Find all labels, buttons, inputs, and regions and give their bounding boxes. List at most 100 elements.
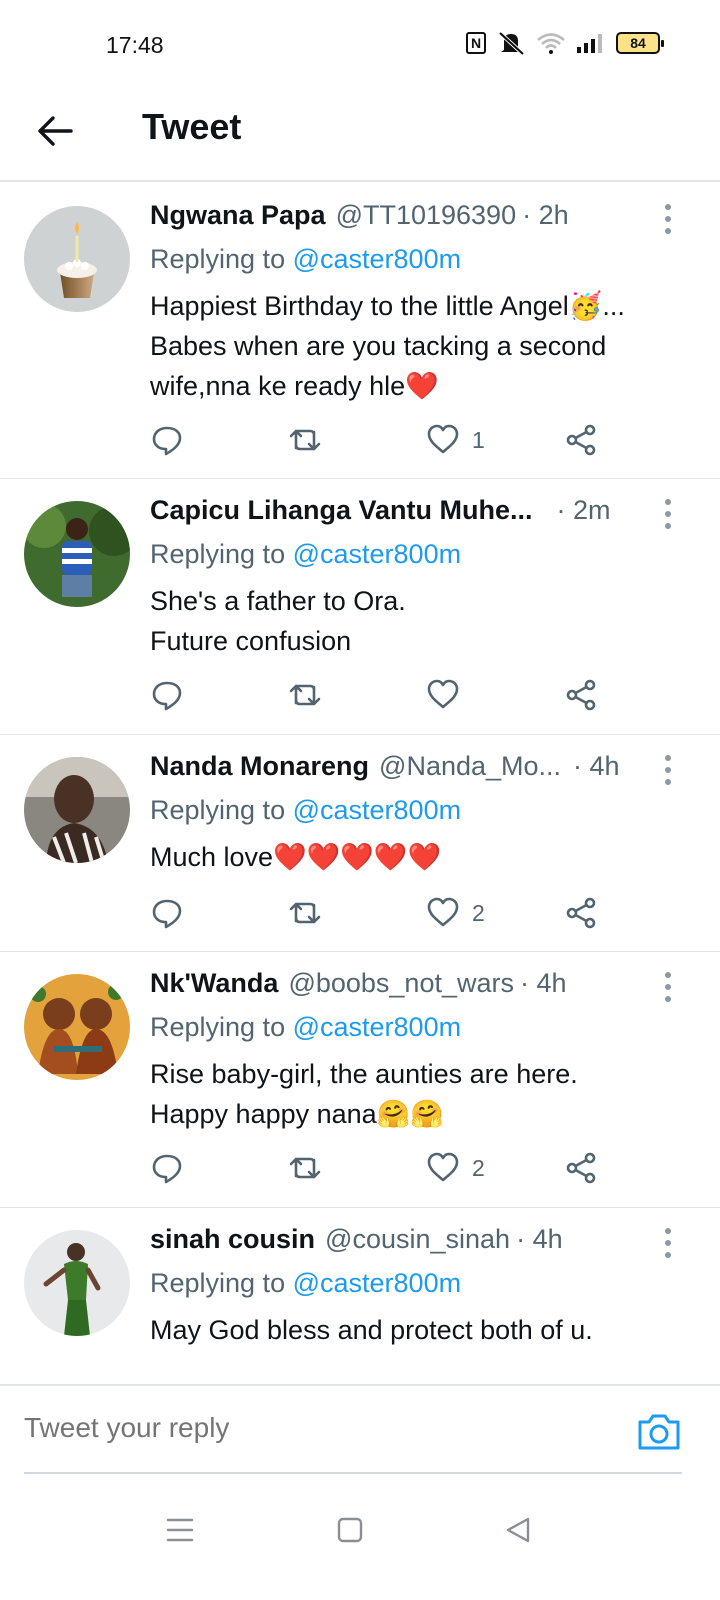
mention-link[interactable]: @caster800m [293,795,461,825]
battery-icon: 84 [616,32,664,54]
replying-to: Replying to @caster800m [150,795,461,826]
reply-icon [152,899,182,929]
author-handle[interactable]: @boobs_not_wars [288,968,514,999]
retweet-button[interactable] [288,423,334,457]
replying-to-label: Replying to [150,244,286,274]
back-button[interactable] [30,106,80,156]
page-title: Tweet [142,106,242,147]
mention-link[interactable]: @caster800m [293,1012,461,1042]
author-name[interactable]: Capicu Lihanga Vantu Muhe... [150,495,533,526]
author-name[interactable]: sinah cousin [150,1224,315,1255]
reply-feed[interactable]: Ngwana Papa @TT10196390 · 2h Replying to… [0,184,720,1384]
like-count: 2 [472,1154,485,1181]
tweet-actions [150,675,620,715]
replying-to: Replying to @caster800m [150,244,461,275]
avatar[interactable] [24,501,130,607]
replying-to-label: Replying to [150,539,286,569]
reply-button[interactable] [150,896,196,930]
system-nav-bar [0,1484,720,1600]
back-triangle-icon [506,1517,530,1543]
avatar[interactable] [24,206,130,312]
status-bar: 17:48 N 84 [0,0,720,92]
like-button[interactable]: 2 [426,1151,485,1185]
author-name[interactable]: Nanda Monareng [150,751,369,782]
like-button[interactable]: 1 [426,423,485,457]
reply-button[interactable] [150,678,196,712]
author-handle[interactable]: @TT10196390 [336,200,517,231]
reply-icon [152,1154,182,1184]
tweet-header: Capicu Lihanga Vantu Muhe... · 2m [150,495,650,526]
reply-input[interactable] [24,1412,584,1444]
status-time: 17:48 [106,32,164,58]
more-options-icon[interactable] [662,755,674,785]
share-icon [566,424,596,456]
tweet-text: Much love❤️❤️❤️❤️❤️ [150,842,442,872]
reply-tweet[interactable]: sinah cousin @cousin_sinah · 4h Replying… [0,1208,720,1384]
tweet-text: She's a father to Ora. Future confusion [150,586,406,656]
replying-to: Replying to @caster800m [150,539,461,570]
tweet-header: sinah cousin @cousin_sinah · 4h [150,1224,650,1255]
home-square-icon [337,1517,363,1543]
replying-to-label: Replying to [150,1268,286,1298]
share-icon [566,897,596,929]
author-handle[interactable]: @cousin_sinah [325,1224,510,1255]
retweet-button[interactable] [288,678,334,712]
retweet-button[interactable] [288,896,334,930]
retweet-icon [289,429,321,451]
more-options-icon[interactable] [662,204,674,234]
recent-apps-button[interactable] [160,1510,200,1550]
mute-icon [496,30,526,56]
tweet-header: Nanda Monareng @Nanda_Mo... · 4h [150,751,650,782]
arrow-left-icon [38,116,73,146]
system-back-button[interactable] [498,1510,538,1550]
home-button[interactable] [330,1510,370,1550]
retweet-icon [289,902,321,924]
heart-icon [427,424,459,454]
mention-link[interactable]: @caster800m [293,244,461,274]
tweet-time: · 2m [556,495,611,525]
tweet-actions: 2 [150,1148,620,1188]
reply-button[interactable] [150,423,196,457]
reply-tweet[interactable]: Ngwana Papa @TT10196390 · 2h Replying to… [0,184,720,479]
camera-button[interactable] [636,1412,682,1452]
signal-icon [576,32,606,54]
more-options-icon[interactable] [662,499,674,529]
mention-link[interactable]: @caster800m [293,1268,461,1298]
like-button[interactable] [426,678,472,712]
reply-tweet[interactable]: Nanda Monareng @Nanda_Mo... · 4h Replyin… [0,735,720,952]
camera-icon [638,1414,680,1450]
replying-to-label: Replying to [150,795,286,825]
share-button[interactable] [564,1151,598,1185]
like-button[interactable]: 2 [426,896,485,930]
reply-button[interactable] [150,1151,196,1185]
avatar[interactable] [24,1230,130,1336]
author-name[interactable]: Nk'Wanda [150,968,278,999]
reply-tweet[interactable]: Nk'Wanda @boobs_not_wars · 4h Replying t… [0,952,720,1208]
share-button[interactable] [564,423,598,457]
more-options-icon[interactable] [662,1228,674,1258]
share-icon [566,1152,596,1184]
share-button[interactable] [564,896,598,930]
more-options-icon[interactable] [662,972,674,1002]
nfc-icon: N [466,32,486,54]
author-name[interactable]: Ngwana Papa [150,200,326,231]
heart-icon [427,679,459,709]
wifi-icon [536,31,566,55]
retweet-icon [289,1157,321,1179]
tweet-text: May God bless and protect both of u. [150,1315,593,1345]
menu-icon [166,1518,194,1542]
reply-tweet[interactable]: Capicu Lihanga Vantu Muhe... · 2m Replyi… [0,479,720,735]
reply-underline [24,1472,682,1474]
retweet-button[interactable] [288,1151,334,1185]
heart-icon [427,1152,459,1182]
share-button[interactable] [564,678,598,712]
avatar[interactable] [24,974,130,1080]
mention-link[interactable]: @caster800m [293,539,461,569]
tweet-text: Rise baby-girl, the aunties are here. Ha… [150,1059,578,1129]
retweet-icon [289,684,321,706]
author-handle[interactable]: @Nanda_Mo... [379,751,561,782]
avatar[interactable] [24,757,130,863]
tweet-header: Ngwana Papa @TT10196390 · 2h [150,200,650,231]
replying-to-label: Replying to [150,1012,286,1042]
reply-icon [152,681,182,711]
